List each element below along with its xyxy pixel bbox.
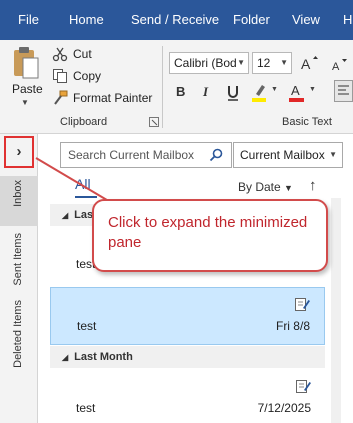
svg-text:A: A [301,56,311,72]
search-scope-dropdown[interactable]: Current Mailbox ▼ [233,142,343,168]
collapse-triangle-icon: ◢ [62,211,69,220]
tab-file[interactable]: File [18,0,39,40]
bold-button[interactable]: B [176,84,185,99]
folder-deleted-items[interactable]: Deleted Items [12,300,24,368]
chevron-down-icon: ▼ [329,150,337,159]
message-item[interactable]: test 7/12/2025 [50,370,325,423]
format-painter-button[interactable]: Format Painter [52,88,152,108]
filter-all-tab[interactable]: All [75,176,91,192]
ribbon: Paste ▼ Cut Copy Format Painter Clipboar… [0,40,353,134]
chevron-down-icon: ▼ [280,58,288,67]
clipboard-group-label: Clipboard [60,116,108,128]
search-placeholder: Search Current Mailbox [68,148,195,162]
sort-by-date-dropdown[interactable]: By Date ▼ [238,180,293,194]
search-icon [209,148,223,162]
copy-button[interactable]: Copy [52,66,101,86]
chevron-down-icon: ▼ [21,98,29,107]
align-icon[interactable] [334,80,353,102]
draft-pencil-icon [295,298,310,311]
folder-inbox[interactable]: Inbox [12,180,24,207]
chevron-down-icon[interactable]: ▼ [271,86,278,93]
copy-label: Copy [73,69,102,83]
font-size-value: 12 [257,56,271,70]
message-sender: test [77,319,97,333]
message-date: Fri 8/8 [275,319,310,333]
italic-button[interactable]: I [203,84,208,100]
tab-home[interactable]: Home [69,0,104,40]
font-size-dropdown[interactable]: 12 ▼ [252,52,292,74]
chevron-down-icon[interactable]: ▼ [309,86,316,93]
cut-button[interactable]: Cut [52,44,92,64]
paste-label: Paste [12,82,43,96]
svg-text:A: A [291,83,300,98]
format-painter-label: Format Painter [73,91,153,105]
group-header-label: Last Month [74,351,133,363]
callout-text: Click to expand the minimized pane [108,214,308,251]
shrink-font-icon[interactable]: A [331,56,349,74]
chevron-right-icon: › [16,143,22,160]
search-input[interactable]: Search Current Mailbox [60,142,232,168]
chevron-down-icon: ▼ [237,58,245,67]
paste-icon [14,47,39,79]
svg-text:A: A [332,61,340,73]
sort-by-label: By Date [238,180,281,194]
draft-pencil-icon [296,380,311,393]
ribbon-divider [162,46,163,128]
underline-icon[interactable] [226,84,240,102]
collapse-triangle-icon: ◢ [62,353,69,362]
tab-send-receive[interactable]: Send / Receive [131,0,219,40]
font-color-icon[interactable]: A [288,82,306,102]
paintbrush-icon [54,90,68,105]
highlight-icon[interactable] [250,82,270,102]
tab-view[interactable]: View [292,0,320,40]
basic-text-group-label: Basic Text [282,116,332,128]
tab-folder[interactable]: Folder [233,0,270,40]
sort-direction-arrow-icon[interactable]: ↑ [309,177,317,194]
chevron-down-icon: ▼ [284,183,293,193]
message-item-selected[interactable]: test Fri 8/8 [50,287,325,345]
message-sender: test [76,401,96,415]
ribbon-tab-bar: File Home Send / Receive Folder View H [0,0,353,40]
annotation-callout: Click to expand the minimized pane [92,199,328,272]
expand-folder-pane-button[interactable]: › [4,136,34,168]
filter-all-underline [75,196,97,198]
scissors-icon [52,47,68,62]
cut-label: Cut [73,47,92,61]
dialog-launcher-icon[interactable] [149,117,159,127]
group-header-last-month[interactable]: ◢ Last Month [50,346,325,368]
font-name-value: Calibri (Bod [174,56,237,70]
copy-icon [53,69,67,83]
font-name-dropdown[interactable]: Calibri (Bod ▼ [169,52,249,74]
outlook-window: File Home Send / Receive Folder View H P… [0,0,353,423]
grow-font-icon[interactable]: A [300,54,318,72]
folder-sent-items[interactable]: Sent Items [12,233,24,286]
tab-help[interactable]: H [343,0,352,40]
search-scope-value: Current Mailbox [240,148,325,162]
message-date: 7/12/2025 [257,401,311,415]
message-list-scrollbar[interactable] [331,198,341,423]
